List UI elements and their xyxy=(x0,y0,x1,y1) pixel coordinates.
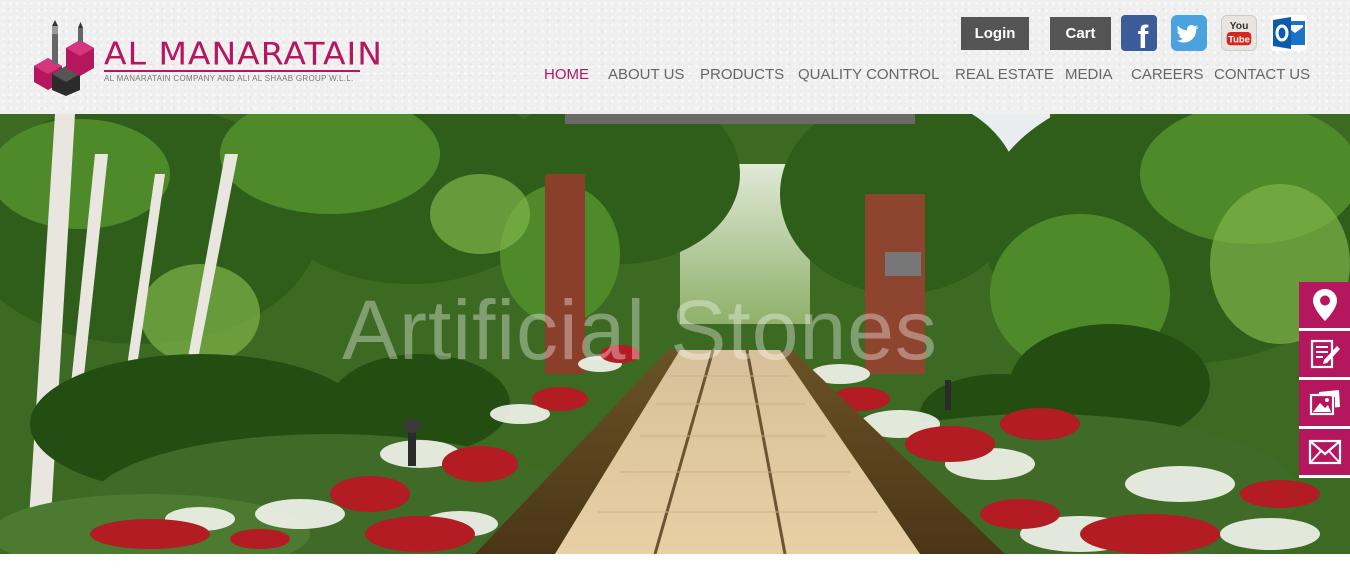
nav-item-quality-control[interactable]: QUALITY CONTROL xyxy=(798,66,939,83)
contact-mail-button[interactable] xyxy=(1299,429,1350,478)
enquiry-form-button[interactable] xyxy=(1299,331,1350,380)
facebook-icon[interactable]: f xyxy=(1121,15,1157,51)
gallery-button[interactable] xyxy=(1299,380,1350,429)
location-button[interactable] xyxy=(1299,282,1350,331)
gallery-icon xyxy=(1309,390,1340,416)
svg-text:f: f xyxy=(1138,19,1149,51)
side-toolbar xyxy=(1299,282,1350,478)
svg-text:Tube: Tube xyxy=(1228,34,1250,45)
site-header: AL MANARATAIN AL MANARATAIN COMPANY AND … xyxy=(0,0,1350,114)
nav-item-home[interactable]: HOME xyxy=(544,66,589,83)
nav-item-careers[interactable]: CAREERS xyxy=(1131,66,1204,83)
location-pin-icon xyxy=(1312,289,1337,321)
login-button[interactable]: Login xyxy=(961,17,1029,50)
nav-item-contact-us[interactable]: CONTACT US xyxy=(1214,66,1310,83)
cart-button[interactable]: Cart xyxy=(1050,17,1111,50)
svg-text:You: You xyxy=(1230,21,1249,32)
main-nav: HOME ABOUT US PRODUCTS QUALITY CONTROL R… xyxy=(0,66,1310,90)
nav-item-media[interactable]: MEDIA xyxy=(1065,66,1113,83)
page-body-strip xyxy=(0,554,1350,586)
hero-banner: Artificial Stones xyxy=(0,114,1350,554)
youtube-icon[interactable]: You Tube xyxy=(1221,15,1257,51)
mail-icon xyxy=(1308,439,1341,465)
twitter-icon[interactable] xyxy=(1171,15,1207,51)
nav-item-products[interactable]: PRODUCTS xyxy=(700,66,784,83)
nav-item-real-estate[interactable]: REAL ESTATE xyxy=(955,66,1054,83)
form-edit-icon xyxy=(1310,339,1340,369)
outlook-icon[interactable] xyxy=(1271,15,1307,51)
hero-tagline: Artificial Stones xyxy=(342,283,938,377)
nav-item-about-us[interactable]: ABOUT US xyxy=(608,66,684,83)
